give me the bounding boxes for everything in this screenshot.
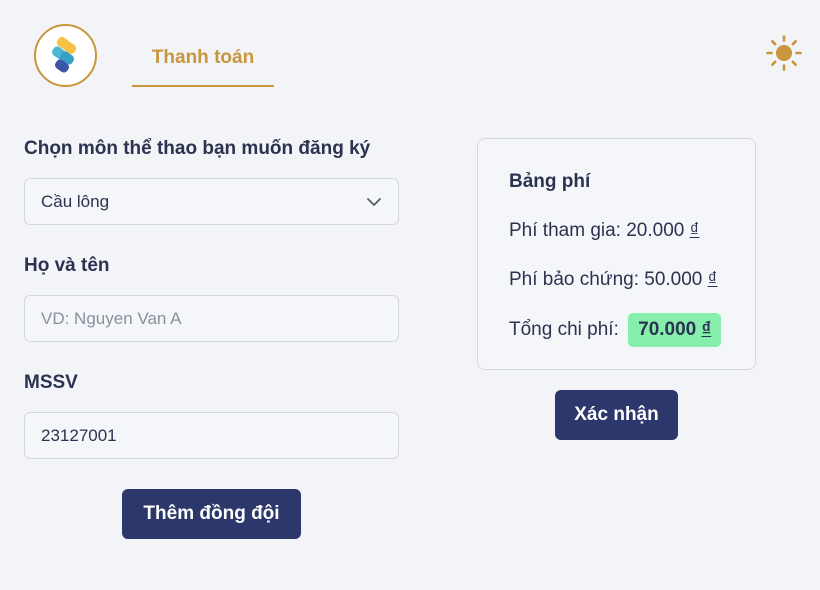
total-fee-badge: 70.000 ₫ (628, 313, 722, 347)
total-fee-row: Tổng chi phí: 70.000 ₫ (509, 313, 722, 347)
tab-payment[interactable]: Thanh toán (132, 30, 274, 87)
participation-fee-row: Phí tham gia: 20.000 ₫ (509, 220, 699, 242)
currency-symbol: ₫ (707, 269, 718, 290)
deposit-fee-row: Phí bảo chứng: 50.000 ₫ (509, 269, 717, 291)
sport-select-label: Chọn môn thể thao bạn muốn đăng ký (24, 138, 371, 159)
sport-select[interactable]: Cầu lông (24, 178, 399, 225)
theme-toggle-button[interactable] (766, 35, 802, 71)
name-field-label: Họ và tên (24, 255, 110, 276)
fee-table-title: Bảng phí (509, 171, 591, 192)
student-id-input[interactable] (24, 412, 399, 459)
student-id-label: MSSV (24, 372, 78, 393)
total-fee-label: Tổng chi phí: (509, 319, 619, 340)
chevron-down-icon (367, 197, 381, 206)
sport-select-value: Cầu lông (41, 191, 110, 211)
sun-icon (766, 35, 802, 71)
confirm-button[interactable]: Xác nhận (555, 390, 678, 440)
tab-payment-label: Thanh toán (151, 46, 255, 68)
currency-symbol: ₫ (689, 220, 700, 241)
participation-fee-label: Phí tham gia: (509, 220, 621, 241)
deposit-fee-label: Phí bảo chứng: (509, 269, 639, 290)
app-logo-icon (51, 36, 76, 73)
fee-table-card: Bảng phí Phí tham gia: 20.000 ₫ Phí bảo … (477, 138, 756, 370)
total-fee-value: 70.000 (638, 319, 697, 340)
app-logo[interactable] (34, 24, 97, 87)
name-input[interactable] (24, 295, 399, 342)
add-teammate-button[interactable]: Thêm đồng đội (122, 489, 301, 539)
participation-fee-value: 20.000 (626, 220, 685, 241)
deposit-fee-value: 50.000 (644, 269, 703, 290)
currency-symbol: ₫ (701, 319, 712, 340)
